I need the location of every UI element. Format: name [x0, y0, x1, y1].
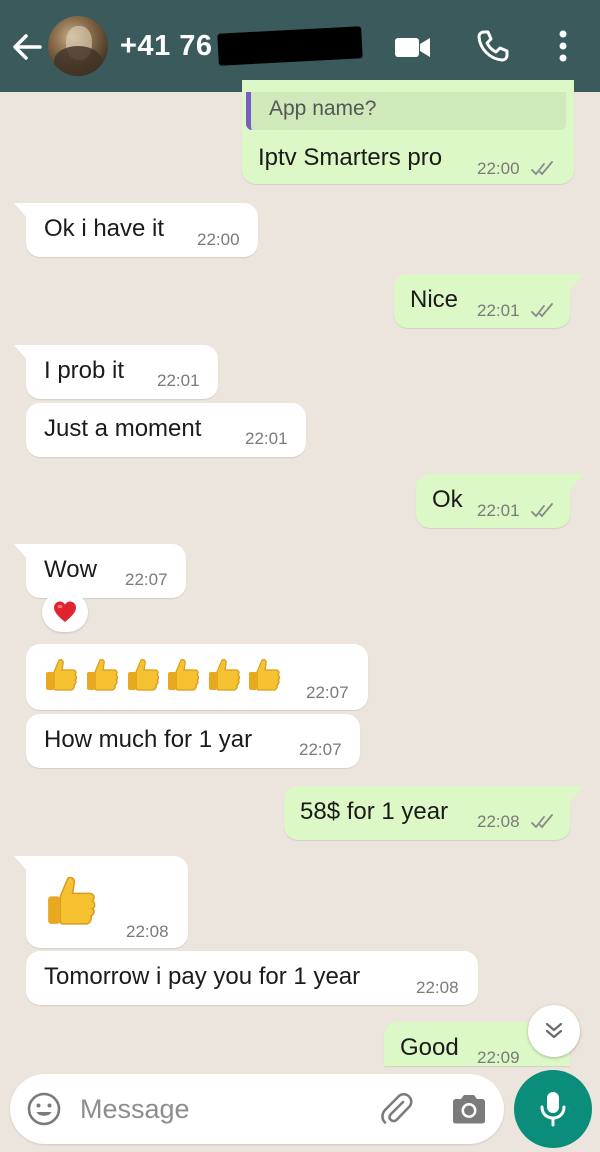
message-text: Iptv Smarters pro [258, 144, 443, 171]
camera-icon[interactable] [450, 1092, 488, 1126]
thumbs-up-emoji-icon [87, 659, 119, 691]
message-time: 22:00 [197, 230, 240, 249]
message-text: Tomorrow i pay you for 1 year [44, 963, 361, 990]
message-compose-bar [10, 1074, 504, 1144]
thumbs-up-emoji-icon [128, 659, 160, 691]
contact-name[interactable]: +41 76 [120, 26, 213, 66]
message-input[interactable] [80, 1089, 360, 1129]
contact-avatar[interactable] [48, 16, 108, 76]
redaction-bar [217, 26, 363, 66]
video-call-icon[interactable] [393, 32, 433, 62]
read-ticks-icon [531, 303, 553, 318]
bubble-tail [14, 345, 28, 361]
message-time: 22:08 [416, 978, 459, 997]
attach-icon[interactable] [376, 1089, 416, 1129]
message-time: 22:08 [477, 812, 520, 831]
message-text: How much for 1 yar [44, 726, 253, 753]
thumbs-up-emoji-icon [209, 659, 241, 691]
read-ticks-icon [531, 161, 553, 176]
back-arrow-icon[interactable] [10, 30, 44, 64]
thumbs-up-emoji-icon [48, 876, 96, 925]
bubble-tail [570, 786, 584, 802]
message-text: Wow [44, 556, 97, 583]
bubble-tail [570, 474, 584, 490]
double-chevron-down-icon [545, 1022, 563, 1039]
message-time: 22:00 [477, 159, 520, 178]
emoji-icon[interactable] [26, 1091, 62, 1127]
message-time: 22:07 [306, 683, 349, 702]
thumbs-up-emoji-icon [249, 659, 281, 691]
quoted-message[interactable]: App name? [246, 92, 566, 130]
read-ticks-icon [531, 503, 553, 518]
message-time: 22:01 [477, 301, 520, 320]
chat-header: +41 76 [0, 0, 600, 92]
bubble-tail [14, 856, 28, 872]
thumbs-up-emoji-icon [168, 659, 200, 691]
message-time: 22:01 [245, 429, 288, 448]
message-time: 22:08 [126, 922, 169, 941]
message-text: Just a moment [44, 415, 202, 442]
message-text: Good [400, 1034, 459, 1061]
reaction-badge[interactable] [42, 592, 88, 632]
message-time: 22:01 [477, 501, 520, 520]
message-text: I prob it [44, 357, 125, 384]
bubble-tail [14, 544, 28, 560]
message-text: 58$ for 1 year [300, 798, 449, 825]
message-time: 22:09 [477, 1048, 520, 1067]
message-text: Ok i have it [44, 215, 165, 242]
microphone-icon [540, 1092, 566, 1127]
scroll-to-bottom-button[interactable] [528, 1005, 580, 1057]
thumbs-up-emoji-icon [46, 659, 78, 691]
bubble-tail [570, 274, 584, 290]
more-vert-icon[interactable] [550, 28, 576, 64]
message-time: 22:01 [157, 371, 200, 390]
bubble-tail [14, 203, 28, 219]
phone-icon[interactable] [476, 29, 510, 63]
message-time: 22:07 [299, 740, 342, 759]
message-text: Ok [432, 486, 463, 513]
heart-emoji-icon [54, 601, 76, 622]
voice-record-button[interactable] [514, 1070, 592, 1148]
read-ticks-icon [531, 814, 553, 829]
message-time: 22:07 [125, 570, 168, 589]
quoted-message-text: App name? [269, 97, 377, 120]
message-text: Nice [410, 286, 459, 313]
